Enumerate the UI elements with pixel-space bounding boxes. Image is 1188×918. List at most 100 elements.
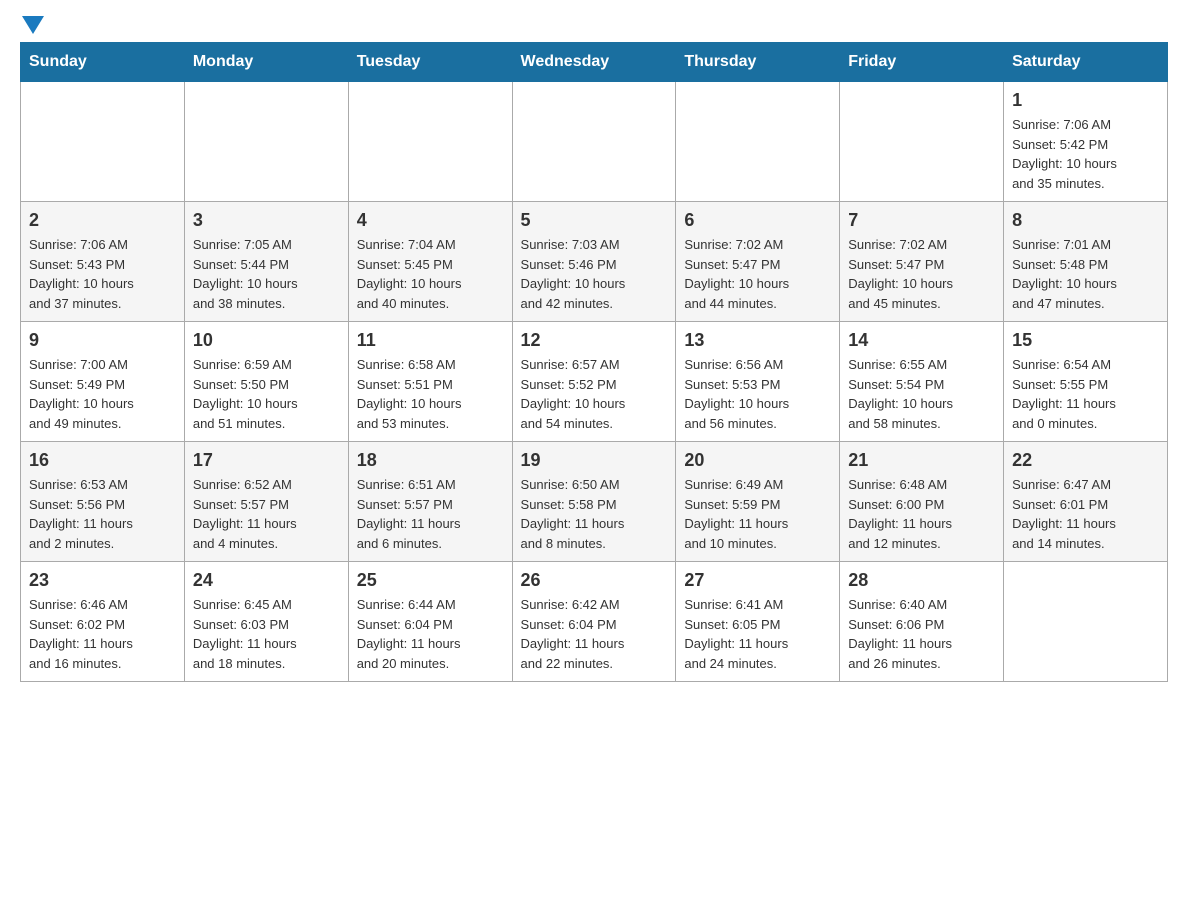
day-number: 21: [848, 450, 995, 471]
calendar-cell: 27 Sunrise: 6:41 AM Sunset: 6:05 PM Dayli…: [676, 562, 840, 682]
weekday-header-tuesday: Tuesday: [348, 43, 512, 82]
day-info: Sunrise: 6:47 AM Sunset: 6:01 PM Dayligh…: [1012, 475, 1159, 553]
day-number: 10: [193, 330, 340, 351]
calendar-cell: 21 Sunrise: 6:48 AM Sunset: 6:00 PM Dayli…: [840, 442, 1004, 562]
day-info: Sunrise: 6:44 AM Sunset: 6:04 PM Dayligh…: [357, 595, 504, 673]
calendar-cell: 25 Sunrise: 6:44 AM Sunset: 6:04 PM Dayli…: [348, 562, 512, 682]
calendar-cell: [840, 82, 1004, 202]
day-number: 23: [29, 570, 176, 591]
day-info: Sunrise: 6:57 AM Sunset: 5:52 PM Dayligh…: [521, 355, 668, 433]
day-info: Sunrise: 6:40 AM Sunset: 6:06 PM Dayligh…: [848, 595, 995, 673]
calendar-cell: 10 Sunrise: 6:59 AM Sunset: 5:50 PM Dayli…: [184, 322, 348, 442]
calendar-header-row: SundayMondayTuesdayWednesdayThursdayFrid…: [21, 43, 1168, 82]
calendar-cell: [21, 82, 185, 202]
calendar-cell: [348, 82, 512, 202]
calendar-cell: 13 Sunrise: 6:56 AM Sunset: 5:53 PM Dayli…: [676, 322, 840, 442]
day-info: Sunrise: 7:06 AM Sunset: 5:43 PM Dayligh…: [29, 235, 176, 313]
day-number: 8: [1012, 210, 1159, 231]
calendar-cell: 9 Sunrise: 7:00 AM Sunset: 5:49 PM Daylig…: [21, 322, 185, 442]
day-info: Sunrise: 6:58 AM Sunset: 5:51 PM Dayligh…: [357, 355, 504, 433]
calendar-cell: [676, 82, 840, 202]
calendar-week-row: 23 Sunrise: 6:46 AM Sunset: 6:02 PM Dayli…: [21, 562, 1168, 682]
day-number: 26: [521, 570, 668, 591]
calendar-cell: 3 Sunrise: 7:05 AM Sunset: 5:44 PM Daylig…: [184, 202, 348, 322]
day-number: 17: [193, 450, 340, 471]
weekday-header-saturday: Saturday: [1004, 43, 1168, 82]
day-info: Sunrise: 7:01 AM Sunset: 5:48 PM Dayligh…: [1012, 235, 1159, 313]
calendar-week-row: 1 Sunrise: 7:06 AM Sunset: 5:42 PM Daylig…: [21, 82, 1168, 202]
day-info: Sunrise: 6:52 AM Sunset: 5:57 PM Dayligh…: [193, 475, 340, 553]
weekday-header-sunday: Sunday: [21, 43, 185, 82]
calendar-week-row: 2 Sunrise: 7:06 AM Sunset: 5:43 PM Daylig…: [21, 202, 1168, 322]
weekday-header-thursday: Thursday: [676, 43, 840, 82]
day-info: Sunrise: 6:53 AM Sunset: 5:56 PM Dayligh…: [29, 475, 176, 553]
weekday-header-friday: Friday: [840, 43, 1004, 82]
calendar-cell: 17 Sunrise: 6:52 AM Sunset: 5:57 PM Dayli…: [184, 442, 348, 562]
day-number: 6: [684, 210, 831, 231]
day-number: 5: [521, 210, 668, 231]
calendar-cell: 28 Sunrise: 6:40 AM Sunset: 6:06 PM Dayli…: [840, 562, 1004, 682]
day-number: 2: [29, 210, 176, 231]
day-info: Sunrise: 7:03 AM Sunset: 5:46 PM Dayligh…: [521, 235, 668, 313]
day-info: Sunrise: 6:59 AM Sunset: 5:50 PM Dayligh…: [193, 355, 340, 433]
day-number: 4: [357, 210, 504, 231]
day-info: Sunrise: 7:02 AM Sunset: 5:47 PM Dayligh…: [684, 235, 831, 313]
calendar-cell: 14 Sunrise: 6:55 AM Sunset: 5:54 PM Dayli…: [840, 322, 1004, 442]
calendar-cell: 4 Sunrise: 7:04 AM Sunset: 5:45 PM Daylig…: [348, 202, 512, 322]
day-info: Sunrise: 6:41 AM Sunset: 6:05 PM Dayligh…: [684, 595, 831, 673]
day-number: 3: [193, 210, 340, 231]
calendar-cell: 16 Sunrise: 6:53 AM Sunset: 5:56 PM Dayli…: [21, 442, 185, 562]
weekday-header-monday: Monday: [184, 43, 348, 82]
calendar-cell: 20Sunrise: 6:49 AM Sunset: 5:59 PM Dayli…: [676, 442, 840, 562]
calendar-cell: 7Sunrise: 7:02 AM Sunset: 5:47 PM Daylig…: [840, 202, 1004, 322]
calendar-cell: [184, 82, 348, 202]
day-number: 18: [357, 450, 504, 471]
day-info: Sunrise: 6:48 AM Sunset: 6:00 PM Dayligh…: [848, 475, 995, 553]
day-number: 1: [1012, 90, 1159, 111]
calendar-cell: 24Sunrise: 6:45 AM Sunset: 6:03 PM Dayli…: [184, 562, 348, 682]
calendar-cell: 22 Sunrise: 6:47 AM Sunset: 6:01 PM Dayli…: [1004, 442, 1168, 562]
calendar-cell: [512, 82, 676, 202]
day-info: Sunrise: 7:06 AM Sunset: 5:42 PM Dayligh…: [1012, 115, 1159, 193]
calendar-week-row: 16 Sunrise: 6:53 AM Sunset: 5:56 PM Dayli…: [21, 442, 1168, 562]
day-info: Sunrise: 6:42 AM Sunset: 6:04 PM Dayligh…: [521, 595, 668, 673]
day-number: 11: [357, 330, 504, 351]
calendar-cell: 6 Sunrise: 7:02 AM Sunset: 5:47 PM Daylig…: [676, 202, 840, 322]
day-info: Sunrise: 7:05 AM Sunset: 5:44 PM Dayligh…: [193, 235, 340, 313]
day-number: 13: [684, 330, 831, 351]
day-number: 16: [29, 450, 176, 471]
calendar-cell: 18 Sunrise: 6:51 AM Sunset: 5:57 PM Dayli…: [348, 442, 512, 562]
calendar-cell: [1004, 562, 1168, 682]
calendar-cell: 23 Sunrise: 6:46 AM Sunset: 6:02 PM Dayli…: [21, 562, 185, 682]
day-info: Sunrise: 6:49 AM Sunset: 5:59 PM Dayligh…: [684, 475, 831, 553]
calendar-cell: 1 Sunrise: 7:06 AM Sunset: 5:42 PM Daylig…: [1004, 82, 1168, 202]
day-info: Sunrise: 6:55 AM Sunset: 5:54 PM Dayligh…: [848, 355, 995, 433]
day-info: Sunrise: 6:54 AM Sunset: 5:55 PM Dayligh…: [1012, 355, 1159, 433]
calendar-cell: 19 Sunrise: 6:50 AM Sunset: 5:58 PM Dayli…: [512, 442, 676, 562]
weekday-header-wednesday: Wednesday: [512, 43, 676, 82]
day-number: 15: [1012, 330, 1159, 351]
day-number: 14: [848, 330, 995, 351]
calendar-cell: 8 Sunrise: 7:01 AM Sunset: 5:48 PM Daylig…: [1004, 202, 1168, 322]
day-info: Sunrise: 6:56 AM Sunset: 5:53 PM Dayligh…: [684, 355, 831, 433]
page-header: [20, 20, 1168, 26]
day-info: Sunrise: 6:51 AM Sunset: 5:57 PM Dayligh…: [357, 475, 504, 553]
day-number: 12: [521, 330, 668, 351]
logo: [20, 20, 44, 26]
day-number: 19: [521, 450, 668, 471]
day-info: Sunrise: 7:02 AM Sunset: 5:47 PM Dayligh…: [848, 235, 995, 313]
day-number: 27: [684, 570, 831, 591]
day-number: 25: [357, 570, 504, 591]
calendar-cell: 2 Sunrise: 7:06 AM Sunset: 5:43 PM Daylig…: [21, 202, 185, 322]
day-number: 22: [1012, 450, 1159, 471]
day-info: Sunrise: 7:00 AM Sunset: 5:49 PM Dayligh…: [29, 355, 176, 433]
calendar-cell: 26 Sunrise: 6:42 AM Sunset: 6:04 PM Dayli…: [512, 562, 676, 682]
day-info: Sunrise: 6:50 AM Sunset: 5:58 PM Dayligh…: [521, 475, 668, 553]
day-number: 9: [29, 330, 176, 351]
day-info: Sunrise: 7:04 AM Sunset: 5:45 PM Dayligh…: [357, 235, 504, 313]
day-info: Sunrise: 6:45 AM Sunset: 6:03 PM Dayligh…: [193, 595, 340, 673]
calendar-cell: 15 Sunrise: 6:54 AM Sunset: 5:55 PM Dayli…: [1004, 322, 1168, 442]
day-number: 28: [848, 570, 995, 591]
calendar-table: SundayMondayTuesdayWednesdayThursdayFrid…: [20, 42, 1168, 682]
day-info: Sunrise: 6:46 AM Sunset: 6:02 PM Dayligh…: [29, 595, 176, 673]
